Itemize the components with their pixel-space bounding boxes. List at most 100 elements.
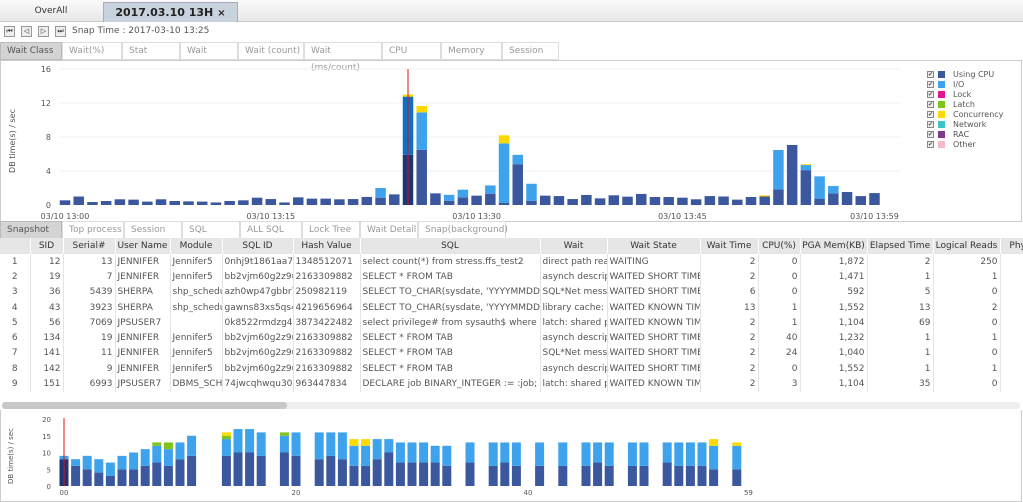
bar-segment-i-o[interactable] bbox=[828, 185, 839, 194]
legend-item[interactable]: ✔ I/O bbox=[927, 79, 1003, 89]
checkbox-icon[interactable]: ✔ bbox=[927, 70, 934, 78]
bar-segment-using-cpu[interactable] bbox=[314, 459, 324, 486]
bar-segment-using-cpu[interactable] bbox=[152, 462, 162, 486]
bar-segment-using-cpu[interactable] bbox=[334, 199, 345, 205]
bar-segment-using-cpu[interactable] bbox=[485, 193, 496, 205]
checkbox-icon[interactable]: ✔ bbox=[927, 140, 934, 148]
bar-segment-using-cpu[interactable] bbox=[593, 462, 603, 486]
bar-segment-concurrency[interactable] bbox=[759, 195, 770, 197]
bar-segment-using-cpu[interactable] bbox=[512, 164, 524, 205]
bar-segment-using-cpu[interactable] bbox=[594, 198, 606, 205]
bar-segment-using-cpu[interactable] bbox=[265, 199, 277, 205]
bar-segment-i-o[interactable] bbox=[662, 442, 672, 463]
bar-segment-using-cpu[interactable] bbox=[674, 465, 684, 486]
bar-segment-using-cpu[interactable] bbox=[117, 469, 127, 486]
bar-segment-latch[interactable] bbox=[221, 435, 231, 440]
bar-segment-using-cpu[interactable] bbox=[869, 193, 880, 205]
bar-segment-using-cpu[interactable] bbox=[526, 200, 537, 205]
bar-segment-using-cpu[interactable] bbox=[697, 465, 707, 486]
tab-wait-detail[interactable]: Wait Detail bbox=[360, 221, 418, 239]
bar-segment-using-cpu[interactable] bbox=[841, 191, 853, 205]
bar-segment-i-o[interactable] bbox=[361, 445, 371, 466]
bar-segment-using-cpu[interactable] bbox=[292, 197, 304, 205]
tab-wait-ms-count-[interactable]: Wait (ms/count) bbox=[304, 42, 382, 73]
bar-segment-concurrency[interactable] bbox=[498, 135, 510, 144]
tab-session[interactable]: Session bbox=[502, 42, 559, 60]
bar-segment-using-cpu[interactable] bbox=[535, 465, 545, 486]
bar-segment-using-cpu[interactable] bbox=[291, 455, 301, 486]
column-header[interactable]: Serial# bbox=[63, 238, 116, 254]
bar-segment-i-o[interactable] bbox=[511, 442, 521, 466]
bar-segment-i-o[interactable] bbox=[512, 154, 524, 165]
bar-segment-i-o[interactable] bbox=[526, 183, 537, 201]
bar-segment-using-cpu[interactable] bbox=[87, 202, 98, 205]
bar-segment-using-cpu[interactable] bbox=[129, 469, 139, 486]
bar-segment-using-cpu[interactable] bbox=[677, 197, 688, 205]
table-row[interactable]: 2 19 7 JENNIFER Jennifer5 bb2vjm60g2z9u 216330… bbox=[0, 269, 1023, 285]
bar-segment-i-o[interactable] bbox=[129, 452, 139, 470]
bar-segment-concurrency[interactable] bbox=[349, 439, 359, 446]
bar-segment-using-cpu[interactable] bbox=[279, 202, 290, 205]
bar-segment-using-cpu[interactable] bbox=[279, 452, 289, 487]
bar-segment-i-o[interactable] bbox=[627, 442, 637, 466]
bar-segment-i-o[interactable] bbox=[709, 445, 719, 470]
tab-snap-background-[interactable]: Snap(background) bbox=[418, 221, 508, 239]
bar-segment-i-o[interactable] bbox=[442, 445, 452, 466]
table-row[interactable]: 1 12 13 JENNIFER Jennifer5 0nhj9t1861aa7 13485… bbox=[0, 254, 1023, 270]
column-header[interactable]: SQL bbox=[360, 238, 541, 254]
table-row[interactable]: 7 141 11 JENNIFER Jennifer5 bb2vjm60g2z9u 2163… bbox=[0, 345, 1023, 362]
bar-segment-using-cpu[interactable] bbox=[233, 452, 243, 487]
bar-segment-using-cpu[interactable] bbox=[384, 452, 394, 487]
legend-item[interactable]: ✔ Using CPU bbox=[927, 69, 1003, 79]
column-header[interactable] bbox=[0, 238, 31, 254]
wait-class-chart[interactable]: 0 4 8 12 16 DB time(s) / sec 03/10 13:00 03/10 … bbox=[1, 61, 1021, 221]
bar-segment-using-cpu[interactable] bbox=[430, 193, 441, 205]
bar-segment-using-cpu[interactable] bbox=[662, 462, 672, 486]
bar-segment-using-cpu[interactable] bbox=[238, 200, 249, 205]
legend-item[interactable]: ✔ Latch bbox=[927, 99, 1003, 109]
next-snap-button[interactable]: ▷ bbox=[38, 26, 49, 37]
bar-segment-using-cpu[interactable] bbox=[169, 201, 181, 205]
bar-segment-using-cpu[interactable] bbox=[196, 201, 208, 205]
bar-segment-using-cpu[interactable] bbox=[361, 465, 371, 486]
bar-segment-i-o[interactable] bbox=[372, 439, 382, 460]
tab-overall[interactable]: OverAll bbox=[0, 2, 102, 22]
bar-segment-concurrency[interactable] bbox=[709, 439, 719, 446]
tab-top-process[interactable]: Top process bbox=[62, 221, 124, 239]
column-header[interactable]: Hash Value bbox=[293, 238, 361, 254]
tab-2017-03-10-13h[interactable]: 2017.03.10 13H × bbox=[103, 2, 238, 22]
bar-segment-using-cpu[interactable] bbox=[709, 469, 719, 486]
bar-segment-using-cpu[interactable] bbox=[337, 459, 347, 486]
bar-segment-i-o[interactable] bbox=[105, 462, 115, 476]
bar-segment-using-cpu[interactable] bbox=[800, 170, 812, 205]
bar-segment-i-o[interactable] bbox=[375, 188, 386, 198]
bar-segment-using-cpu[interactable] bbox=[221, 455, 231, 486]
column-header[interactable]: Logical Reads bbox=[933, 238, 1001, 254]
bar-segment-using-cpu[interactable] bbox=[71, 465, 81, 486]
column-header[interactable]: Wait bbox=[540, 238, 608, 254]
bar-segment-i-o[interactable] bbox=[488, 442, 498, 466]
bar-segment-i-o[interactable] bbox=[814, 176, 825, 199]
column-header[interactable]: Module bbox=[170, 238, 223, 254]
bar-segment-using-cpu[interactable] bbox=[855, 196, 867, 205]
column-header[interactable]: Wait Time bbox=[700, 238, 759, 254]
bar-segment-using-cpu[interactable] bbox=[581, 465, 591, 486]
bar-segment-using-cpu[interactable] bbox=[443, 200, 455, 205]
bar-segment-concurrency[interactable] bbox=[416, 105, 427, 113]
bar-segment-using-cpu[interactable] bbox=[105, 475, 115, 486]
bar-segment-using-cpu[interactable] bbox=[471, 195, 482, 205]
seconds-chart[interactable]: 0 5 10 15 20 DB time(s) / sec 00 20 40 59 bbox=[1, 410, 1021, 500]
tab-all-sql[interactable]: ALL SQL bbox=[240, 221, 302, 239]
bar-segment-using-cpu[interactable] bbox=[732, 469, 742, 486]
legend-item[interactable]: ✔ Concurrency bbox=[927, 109, 1003, 119]
bar-segment-using-cpu[interactable] bbox=[361, 196, 373, 205]
prev-snap-button[interactable]: ◁ bbox=[21, 26, 32, 37]
bar-segment-i-o[interactable] bbox=[279, 435, 289, 453]
bar-segment-using-cpu[interactable] bbox=[175, 459, 185, 486]
bar-segment-i-o[interactable] bbox=[349, 445, 359, 466]
bar-segment-using-cpu[interactable] bbox=[442, 465, 452, 486]
bar-segment-using-cpu[interactable] bbox=[457, 197, 469, 205]
tab-sql[interactable]: SQL bbox=[182, 221, 240, 239]
bar-segment-using-cpu[interactable] bbox=[704, 196, 716, 205]
bar-segment-using-cpu[interactable] bbox=[419, 462, 429, 486]
